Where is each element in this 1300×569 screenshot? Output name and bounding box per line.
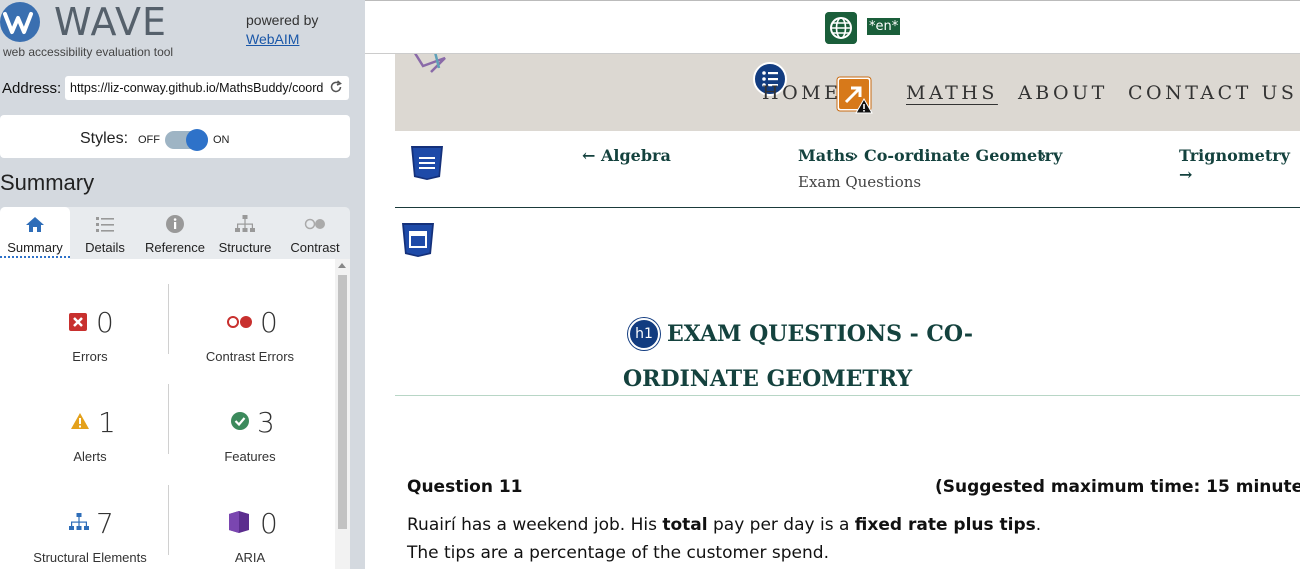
sitemap-icon bbox=[235, 215, 255, 232]
contrast-error-icon bbox=[227, 316, 252, 328]
stat-label: Alerts bbox=[73, 449, 107, 464]
stat-count: 7 bbox=[96, 507, 114, 540]
summary-heading: Summary bbox=[0, 170, 95, 195]
stat-label: Contrast Errors bbox=[205, 349, 295, 364]
next-topic-link[interactable]: Trignometry → bbox=[1179, 146, 1300, 184]
tab-reference[interactable]: Reference bbox=[140, 207, 210, 259]
globe-icon[interactable] bbox=[825, 12, 857, 44]
page-viewport: *en* HOME MATHS ABOUT CONTACT US ← Algeb… bbox=[365, 0, 1300, 569]
stat-aria[interactable]: 0 ARIA bbox=[170, 507, 330, 569]
question-text: Ruairí has a weekend job. His bbox=[407, 515, 663, 535]
feature-check-icon bbox=[231, 412, 249, 430]
address-row: Address: https://liz-conway.github.io/Ma… bbox=[0, 74, 365, 102]
styles-panel: Styles: OFF ON bbox=[0, 115, 350, 158]
address-input[interactable]: https://liz-conway.github.io/MathsBuddy/… bbox=[65, 76, 349, 100]
stat-features[interactable]: 3 Features bbox=[170, 406, 330, 486]
tab-structure[interactable]: Structure bbox=[210, 207, 280, 259]
prev-topic-link[interactable]: ← Algebra bbox=[582, 146, 671, 165]
stat-structural[interactable]: 7 Structural Elements bbox=[10, 507, 170, 569]
stat-count: 0 bbox=[260, 507, 278, 540]
nav-maths-link[interactable]: MATHS bbox=[906, 82, 998, 104]
scroll-up-arrow[interactable] bbox=[338, 263, 346, 268]
info-icon bbox=[166, 215, 184, 233]
list-icon bbox=[96, 217, 114, 232]
site-navbar: HOME MATHS ABOUT CONTACT US bbox=[395, 50, 1300, 131]
question-text: . bbox=[1035, 515, 1042, 535]
wave-logo-icon bbox=[0, 2, 40, 42]
question-title: Question 11 bbox=[407, 477, 523, 497]
language-tag: *en* bbox=[867, 18, 901, 35]
tab-contrast[interactable]: Contrast bbox=[280, 207, 350, 259]
stat-count: 0 bbox=[96, 306, 114, 339]
stat-alerts[interactable]: 1 Alerts bbox=[10, 406, 170, 486]
nav-home-link[interactable]: HOME bbox=[762, 82, 841, 104]
breadcrumb-row: ← Algebra Maths › Co-ordinate Geometry ›… bbox=[395, 131, 1300, 208]
structure-icon bbox=[69, 513, 89, 530]
reload-icon[interactable] bbox=[329, 80, 343, 94]
tab-label: Structure bbox=[218, 240, 272, 255]
breadcrumb-maths-link[interactable]: Maths bbox=[798, 146, 854, 165]
css-window-icon[interactable] bbox=[400, 222, 436, 258]
wave-title: WAVE bbox=[54, 0, 168, 44]
question-text: pay per day is a bbox=[707, 515, 855, 535]
stat-count: 1 bbox=[98, 406, 116, 439]
toggle-knob[interactable] bbox=[186, 129, 208, 151]
stat-count: 0 bbox=[260, 306, 278, 339]
breadcrumb-current: Exam Questions bbox=[798, 173, 922, 191]
wave-sidebar: WAVE web accessibility evaluation tool p… bbox=[0, 0, 365, 569]
alert-icon bbox=[71, 413, 89, 429]
webaim-link[interactable]: WebAIM bbox=[246, 31, 299, 47]
panel-tabs: Summary Details Reference Structure Cont… bbox=[0, 207, 350, 259]
question-text-bold: total bbox=[662, 515, 708, 535]
h1-icon[interactable]: h1 bbox=[628, 318, 660, 350]
breadcrumb-separator: › bbox=[852, 146, 859, 165]
tab-label: Details bbox=[85, 240, 125, 255]
stat-label: Errors bbox=[72, 349, 108, 364]
styles-toggle[interactable] bbox=[165, 129, 208, 151]
wave-header: WAVE web accessibility evaluation tool p… bbox=[0, 0, 365, 60]
styles-on-label: ON bbox=[213, 134, 230, 146]
stat-label: Features bbox=[224, 449, 276, 464]
stat-errors[interactable]: 0 Errors bbox=[10, 306, 170, 386]
question-time: (Suggested maximum time: 15 minutes) bbox=[935, 477, 1300, 497]
heading-divider bbox=[395, 395, 1300, 396]
tab-label: Contrast bbox=[290, 240, 340, 255]
address-label: Address: bbox=[2, 80, 62, 97]
breadcrumb-coordinate-link[interactable]: Co-ordinate Geometry bbox=[864, 146, 1062, 165]
redundant-link-alert-icon[interactable] bbox=[836, 76, 874, 114]
language-bar: *en* bbox=[365, 0, 1300, 54]
question-text-line: Ruairí has a weekend job. His total pay … bbox=[407, 515, 1041, 535]
address-value[interactable]: https://liz-conway.github.io/MathsBuddy/… bbox=[70, 81, 324, 95]
breadcrumb-separator: › bbox=[1040, 146, 1047, 165]
stat-contrast-errors[interactable]: 0 Contrast Errors bbox=[170, 306, 330, 386]
styles-label: Styles: bbox=[80, 130, 129, 147]
tab-label: Summary bbox=[0, 240, 70, 258]
panel-scrollbar[interactable] bbox=[335, 259, 350, 569]
wave-tagline: web accessibility evaluation tool bbox=[3, 45, 174, 59]
styles-off-label: OFF bbox=[138, 134, 160, 146]
aria-icon bbox=[229, 511, 249, 533]
tab-summary[interactable]: Summary bbox=[0, 207, 70, 259]
tab-details[interactable]: Details bbox=[70, 207, 140, 259]
nav-about-link[interactable]: ABOUT bbox=[1018, 82, 1108, 104]
contrast-icon bbox=[304, 218, 325, 230]
tab-label: Reference bbox=[145, 240, 205, 255]
nav-contact-link[interactable]: CONTACT US bbox=[1128, 82, 1297, 104]
stat-label: ARIA bbox=[234, 550, 266, 565]
page-title: EXAM QUESTIONS - CO-ORDINATE GEOMETRY bbox=[623, 321, 974, 392]
css-list-icon[interactable] bbox=[409, 145, 445, 181]
summary-panel: 0 Errors 0 Contrast Errors 1 Alerts 3 Fe… bbox=[0, 259, 350, 569]
powered-by-text: powered by bbox=[246, 12, 319, 28]
scroll-thumb[interactable] bbox=[338, 275, 347, 529]
home-icon bbox=[26, 217, 44, 232]
question-text-bold: fixed rate plus tips bbox=[854, 515, 1036, 535]
stat-label: Structural Elements bbox=[33, 550, 147, 565]
error-icon bbox=[69, 313, 87, 331]
question-text-line: The tips are a percentage of the custome… bbox=[407, 543, 829, 563]
stat-count: 3 bbox=[257, 406, 275, 439]
